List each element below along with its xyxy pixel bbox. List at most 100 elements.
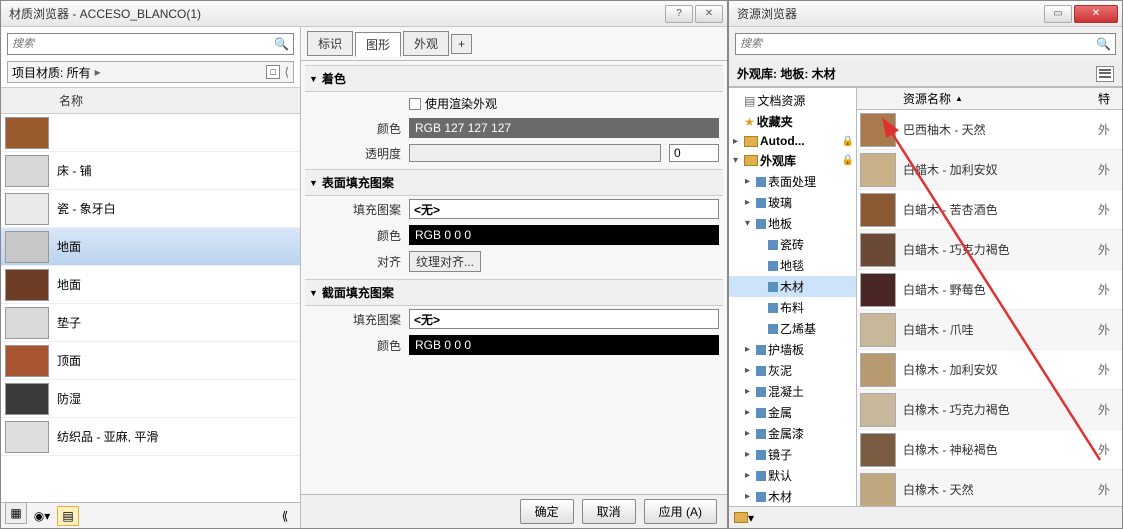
material-row[interactable]: 垫子	[1, 304, 300, 342]
surf-pattern-label: 填充图案	[309, 201, 405, 218]
tree-favorites[interactable]: ★收藏夹	[729, 111, 856, 132]
material-name: 床 - 铺	[57, 162, 92, 179]
use-render-label: 使用渲染外观	[425, 95, 497, 112]
tree-default[interactable]: ▸默认	[729, 465, 856, 486]
material-row[interactable]: 地面	[1, 266, 300, 304]
new-material-icon[interactable]: ◉▾	[31, 506, 53, 526]
surf-align-button[interactable]: 纹理对齐...	[409, 251, 481, 272]
asset-row[interactable]: 白蜡木 - 巧克力褐色外	[857, 230, 1122, 270]
search-icon: 🔍	[274, 37, 289, 51]
search-input[interactable]	[740, 38, 1096, 50]
surf-align-label: 对齐	[309, 253, 405, 270]
surf-pattern-value[interactable]: <无>	[409, 199, 719, 219]
asset-row[interactable]: 白橡木 - 巧克力褐色外	[857, 390, 1122, 430]
material-row[interactable]: 床 - 铺	[1, 152, 300, 190]
tree-glass[interactable]: ▸玻璃	[729, 192, 856, 213]
section-cut-pattern[interactable]: ▼ 截面填充图案	[305, 279, 723, 306]
tree-floor[interactable]: ▾地板	[729, 213, 856, 234]
section-tinting[interactable]: ▼ 着色	[305, 65, 723, 92]
list-header[interactable]: 名称	[1, 87, 300, 114]
asset-swatch	[860, 393, 896, 427]
asset-row[interactable]: 白橡木 - 加利安奴外	[857, 350, 1122, 390]
asset-search[interactable]: 🔍	[735, 33, 1116, 55]
asset-swatch	[860, 113, 896, 147]
tree-wood2[interactable]: ▸木材	[729, 486, 856, 506]
tree-tile[interactable]: 瓷砖	[729, 234, 856, 255]
breadcrumb: 外观库: 地板: 木材	[737, 65, 836, 82]
tree-autodesk-lib[interactable]: ▸Autod...🔒	[729, 132, 856, 150]
asset-name-header[interactable]: 资源名称	[903, 90, 951, 107]
asset-row[interactable]: 巴西柚木 - 天然外	[857, 110, 1122, 150]
asset-row[interactable]: 白橡木 - 天然外	[857, 470, 1122, 506]
asset-row[interactable]: 白蜡木 - 野莓色外	[857, 270, 1122, 310]
material-list[interactable]: 床 - 铺瓷 - 象牙白地面地面垫子顶面防湿纺织品 - 亚麻, 平滑	[1, 114, 300, 502]
asset-name: 白橡木 - 天然	[899, 481, 1098, 498]
tree-mirror[interactable]: ▸镜子	[729, 444, 856, 465]
help-button[interactable]: ?	[665, 5, 693, 23]
tab-graphics[interactable]: 图形	[355, 32, 401, 57]
material-row[interactable]: 顶面	[1, 342, 300, 380]
tree-vinyl[interactable]: 乙烯基	[729, 318, 856, 339]
tree-carpet[interactable]: 地毯	[729, 255, 856, 276]
close-button[interactable]: ✕	[695, 5, 723, 23]
search-input[interactable]	[12, 38, 274, 50]
cancel-button[interactable]: 取消	[582, 499, 636, 524]
cut-pattern-value[interactable]: <无>	[409, 309, 719, 329]
identity-mini-icon[interactable]: □	[266, 65, 280, 79]
material-row[interactable]: 地面	[1, 228, 300, 266]
expand-right-icon[interactable]: ⟪	[274, 506, 296, 526]
folder-icon[interactable]: ▾	[733, 508, 755, 528]
asset-ext-header[interactable]: 特	[1098, 90, 1122, 107]
minimize-button[interactable]: ▭	[1044, 5, 1072, 23]
opacity-value[interactable]: 0	[669, 144, 719, 162]
surf-color-label: 颜色	[309, 227, 405, 244]
asset-list-header[interactable]: 资源名称▲ 特	[857, 88, 1122, 110]
asset-list[interactable]: 巴西柚木 - 天然外白蜡木 - 加利安奴外白蜡木 - 苦杏酒色外白蜡木 - 巧克…	[857, 110, 1122, 506]
apply-button[interactable]: 应用 (A)	[644, 499, 717, 524]
category-tree[interactable]: ▤文档资源 ★收藏夹 ▸Autod...🔒 ▾外观库🔒 ▸表面处理 ▸玻璃 ▾地…	[729, 88, 857, 506]
asset-swatch	[860, 153, 896, 187]
surf-color-value[interactable]: RGB 0 0 0	[409, 225, 719, 245]
section-surface-pattern[interactable]: ▼ 表面填充图案	[305, 169, 723, 196]
view-mode-icon[interactable]	[1096, 66, 1114, 82]
chevron-left-icon[interactable]: ⟨	[284, 65, 289, 79]
cut-color-value[interactable]: RGB 0 0 0	[409, 335, 719, 355]
asset-bottom-toolbar: ▾	[729, 506, 1122, 528]
tree-stucco[interactable]: ▸灰泥	[729, 360, 856, 381]
tree-doc-resources[interactable]: ▤文档资源	[729, 90, 856, 111]
opacity-slider[interactable]	[409, 144, 661, 162]
tree-concrete[interactable]: ▸混凝土	[729, 381, 856, 402]
ok-button[interactable]: 确定	[520, 499, 574, 524]
chevron-right-icon: ▸	[95, 65, 101, 79]
material-name: 瓷 - 象牙白	[57, 200, 116, 217]
list-view-icon[interactable]: ▤	[57, 506, 79, 526]
material-row[interactable]: 纺织品 - 亚麻, 平滑	[1, 418, 300, 456]
asset-swatch	[860, 473, 896, 507]
material-row[interactable]: 防湿	[1, 380, 300, 418]
tab-add[interactable]: +	[451, 34, 472, 54]
asset-name: 白蜡木 - 加利安奴	[899, 161, 1098, 178]
asset-row[interactable]: 白蜡木 - 加利安奴外	[857, 150, 1122, 190]
tab-identity[interactable]: 标识	[307, 31, 353, 56]
asset-row[interactable]: 白橡木 - 神秘褐色外	[857, 430, 1122, 470]
tab-appearance[interactable]: 外观	[403, 31, 449, 56]
close-button[interactable]: ✕	[1074, 5, 1118, 23]
material-row[interactable]	[1, 114, 300, 152]
use-render-checkbox[interactable]	[409, 98, 421, 110]
tree-wallboard[interactable]: ▸护墙板	[729, 339, 856, 360]
material-row[interactable]: 瓷 - 象牙白	[1, 190, 300, 228]
tint-color-value[interactable]: RGB 127 127 127	[409, 118, 719, 138]
material-search[interactable]: 🔍	[7, 33, 294, 55]
tree-metalpaint[interactable]: ▸金属漆	[729, 423, 856, 444]
search-icon: 🔍	[1096, 37, 1111, 51]
material-swatch	[5, 345, 49, 377]
tree-wood[interactable]: 木材	[729, 276, 856, 297]
material-filter-dropdown[interactable]: 项目材质: 所有 ▸ □ ⟨	[7, 61, 294, 83]
asset-row[interactable]: 白蜡木 - 苦杏酒色外	[857, 190, 1122, 230]
asset-row[interactable]: 白蜡木 - 爪哇外	[857, 310, 1122, 350]
tree-metal[interactable]: ▸金属	[729, 402, 856, 423]
tree-fabric[interactable]: 布料	[729, 297, 856, 318]
tree-surface[interactable]: ▸表面处理	[729, 171, 856, 192]
library-icon[interactable]: ▦	[5, 502, 27, 524]
tree-appearance-lib[interactable]: ▾外观库🔒	[729, 150, 856, 171]
